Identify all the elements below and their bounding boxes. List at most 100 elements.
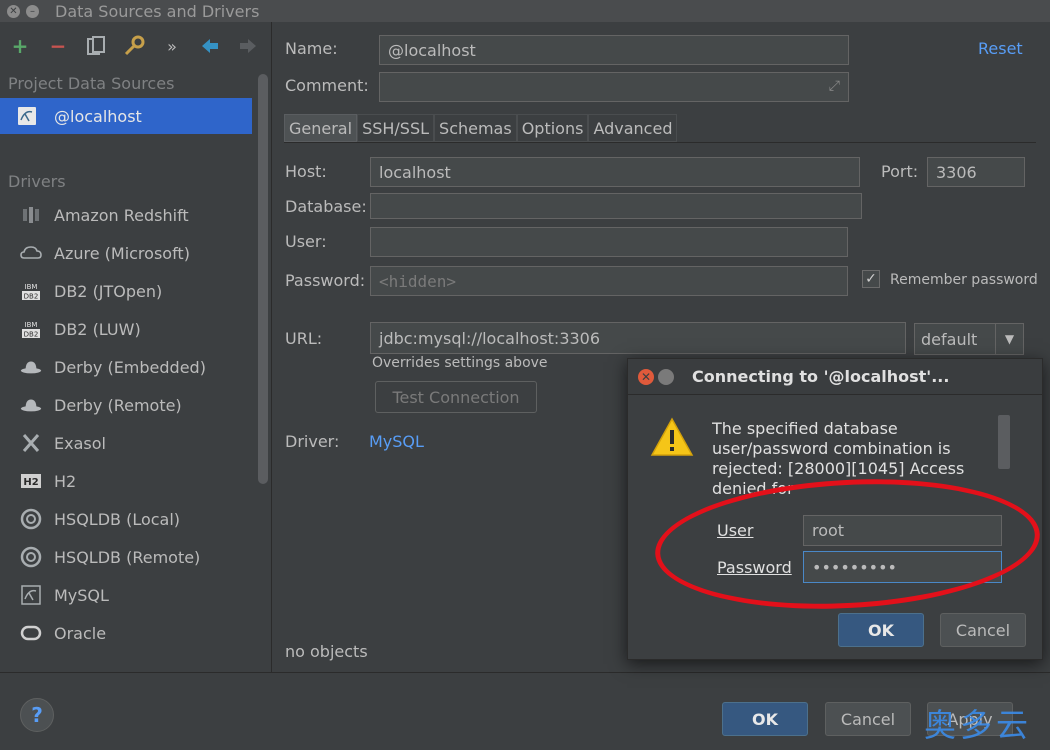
driver-item-oracle[interactable]: Oracle [0,614,271,652]
help-button[interactable]: ? [20,698,54,732]
database-field[interactable] [370,193,862,219]
url-mode-select[interactable]: default ▼ [914,323,1024,355]
expand-icon[interactable]: ⤢ [829,78,840,94]
connecting-dialog-titlebar: ✕ Connecting to '@localhost'... [628,359,1042,395]
driver-item-exasol[interactable]: Exasol [0,424,271,462]
chevron-down-icon[interactable]: ▼ [995,324,1023,354]
driver-label: MySQL [54,585,109,605]
url-hint: Overrides settings above [372,355,548,371]
svg-text:IBM: IBM [25,321,38,329]
remember-password-label: Remember password [890,272,1038,288]
connecting-dialog-title: Connecting to '@localhost'... [692,367,950,386]
azure-icon [20,242,42,264]
svg-text:H2: H2 [23,477,38,488]
warning-icon [650,417,694,461]
add-icon[interactable]: + [8,34,32,58]
ibm-db2-icon: IBM DB2 [20,318,42,340]
dialog-password-field[interactable]: ••••••••• [803,551,1002,583]
window-title: Data Sources and Drivers [55,1,260,21]
tab-advanced[interactable]: Advanced [588,114,678,142]
redshift-icon [20,204,42,226]
driver-label: Amazon Redshift [54,205,189,225]
tab-divider [284,142,1036,143]
name-label: Name: [285,39,338,58]
datasource-item-localhost[interactable]: @localhost [0,98,252,134]
dialog-ok-button[interactable]: OK [838,613,924,647]
name-field[interactable]: @localhost [379,35,849,65]
derby-icon [20,394,42,416]
driver-label: Derby (Remote) [54,395,182,415]
driver-label: H2 [54,471,77,491]
derby-icon [20,356,42,378]
driver-item-db2-jtopen[interactable]: IBM DB2 DB2 (JTOpen) [0,272,271,310]
window-minimize-icon[interactable]: – [26,4,39,18]
drivers-list: Amazon Redshift Azure (Microsoft) IBM DB2… [0,196,271,652]
driver-item-hsqldb-remote[interactable]: HSQLDB (Remote) [0,538,271,576]
driver-item-derby-embedded[interactable]: Derby (Embedded) [0,348,271,386]
h2-icon: H2 [20,470,42,492]
driver-label: Oracle [54,623,107,643]
dialog-user-label: User [717,521,754,540]
datasource-item-label: @localhost [54,106,142,126]
ok-button[interactable]: OK [722,702,808,736]
driver-label: Driver: [285,432,340,451]
hsqldb-icon [20,546,42,568]
connecting-dialog: ✕ Connecting to '@localhost'... The spec… [627,358,1043,660]
user-field[interactable] [370,227,848,257]
error-message: The specified database user/password com… [712,419,965,498]
mysql-icon [20,584,42,606]
message-scrollbar[interactable] [998,415,1010,469]
url-label: URL: [285,329,323,348]
dialog-cancel-button[interactable]: Cancel [940,613,1026,647]
dialog-minimize-icon[interactable] [658,368,674,385]
no-objects-label: no objects [285,642,368,661]
dialog-user-field[interactable]: root [803,515,1002,546]
driver-item-db2-luw[interactable]: IBM DB2 DB2 (LUW) [0,310,271,348]
project-data-sources-label: Project Data Sources [8,74,175,93]
back-arrow-icon[interactable] [198,34,222,58]
exasol-icon [20,432,42,454]
driver-item-azure[interactable]: Azure (Microsoft) [0,234,271,272]
driver-label: DB2 (LUW) [54,319,141,339]
forward-arrow-icon[interactable] [236,34,260,58]
driver-item-amazon-redshift[interactable]: Amazon Redshift [0,196,271,234]
driver-item-hsqldb-local[interactable]: HSQLDB (Local) [0,500,271,538]
cancel-button[interactable]: Cancel [825,702,911,736]
svg-text:DB2: DB2 [24,293,39,301]
driver-label: Azure (Microsoft) [54,243,190,263]
tab-ssh-ssl[interactable]: SSH/SSL [357,114,435,142]
window-close-icon[interactable]: ✕ [7,4,20,18]
tab-schemas[interactable]: Schemas [434,114,517,142]
driver-label: Exasol [54,433,106,453]
more-icon[interactable]: » [160,34,184,58]
sidebar-toolbar: + − » [0,22,271,70]
driver-item-mysql[interactable]: MySQL [0,576,271,614]
host-label: Host: [285,162,327,181]
driver-link[interactable]: MySQL [369,432,424,451]
properties-wrench-icon[interactable] [122,34,146,58]
driver-item-derby-remote[interactable]: Derby (Remote) [0,386,271,424]
reset-link[interactable]: Reset [978,39,1023,58]
host-field[interactable]: localhost [370,157,860,187]
duplicate-icon[interactable] [84,34,108,58]
dialog-password-label: Password [717,558,792,577]
oracle-icon [20,622,42,644]
sidebar-scrollbar[interactable] [258,74,268,484]
tab-general[interactable]: General [284,114,358,142]
drivers-section-label: Drivers [8,172,66,191]
hsqldb-icon [20,508,42,530]
comment-field[interactable]: ⤢ [379,72,849,102]
driver-label: HSQLDB (Local) [54,509,181,529]
sidebar: + − » Project Data Sources @localhost Dr… [0,22,272,672]
url-field[interactable]: jdbc:mysql://localhost:3306 [370,322,906,354]
test-connection-button[interactable]: Test Connection [375,381,537,413]
remove-icon[interactable]: − [46,34,70,58]
password-field[interactable]: <hidden> [370,266,848,296]
remember-password-checkbox[interactable]: ✓ [862,270,880,288]
driver-item-h2[interactable]: H2 H2 [0,462,271,500]
tab-options[interactable]: Options [516,114,589,142]
comment-label: Comment: [285,76,369,95]
dialog-close-icon[interactable]: ✕ [638,368,654,385]
port-field[interactable]: 3306 [927,157,1025,187]
watermark-logo: 奥多云 [924,706,1033,744]
